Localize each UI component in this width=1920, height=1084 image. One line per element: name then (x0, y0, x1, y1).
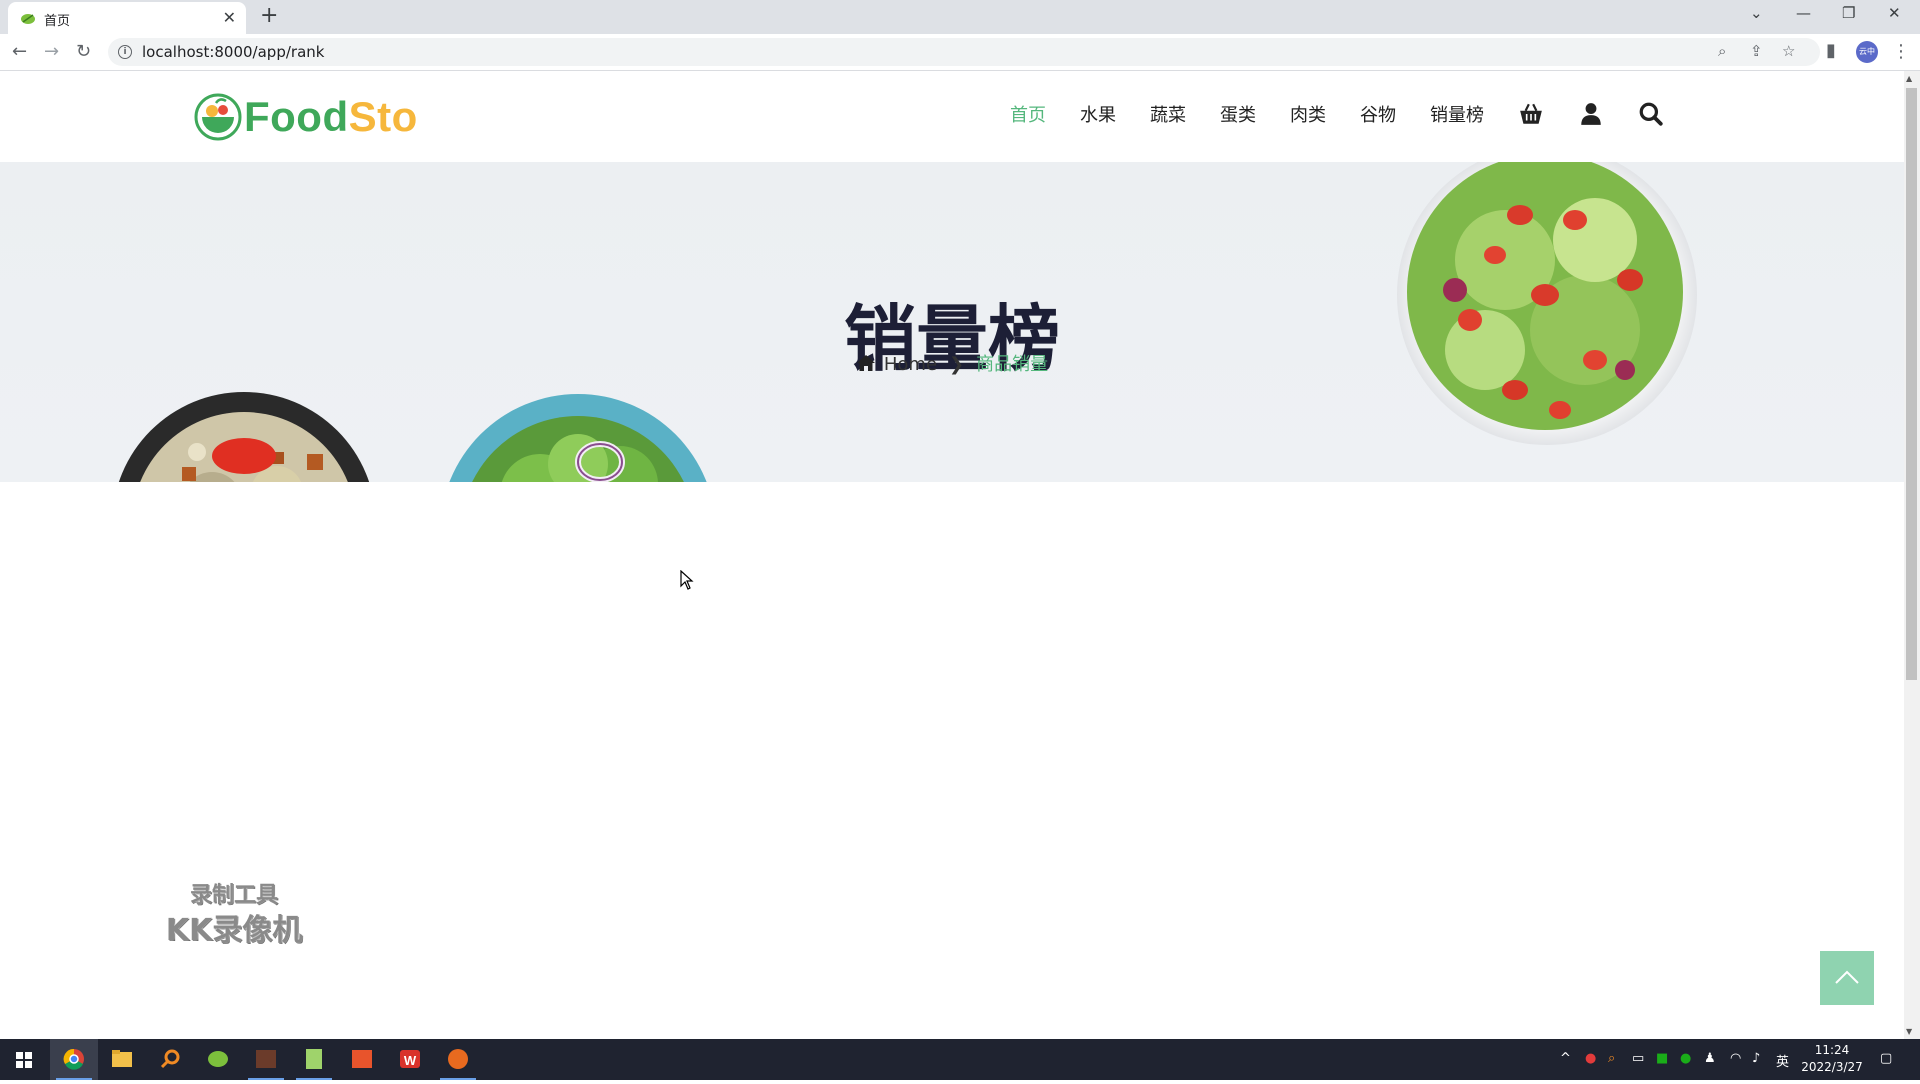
magnifier-app-icon (160, 1049, 180, 1069)
taskbar-app-recorder[interactable] (434, 1039, 482, 1080)
taskbar-search-app[interactable] (146, 1039, 194, 1080)
close-tab-icon[interactable]: ✕ (223, 8, 236, 27)
tray-antivirus-icon[interactable]: ● (1585, 1051, 1596, 1066)
url-text[interactable]: localhost:8000/app/rank (142, 43, 324, 61)
browser-tab[interactable]: 首页 ✕ (8, 2, 246, 34)
game-app-icon (256, 1050, 276, 1068)
main-nav: 首页 水果 蔬菜 蛋类 肉类 谷物 销量榜 (976, 101, 1664, 127)
tray-wechat-icon[interactable]: ● (1680, 1051, 1691, 1066)
restore-icon[interactable]: ❐ (1842, 4, 1855, 22)
back-to-top-button[interactable] (1820, 951, 1874, 1005)
share-icon[interactable]: ⇪ (1750, 42, 1763, 60)
nav-item-grains[interactable]: 谷物 (1360, 101, 1396, 127)
minimize-icon[interactable]: — (1796, 4, 1811, 22)
notepad-app-icon (306, 1049, 322, 1069)
scroll-up-icon[interactable]: ▲ (1906, 74, 1912, 83)
nav-item-home[interactable]: 首页 (1010, 101, 1046, 127)
zoom-icon[interactable]: ⌕ (1718, 42, 1726, 60)
breadcrumb: Home ❯ 商品销量 (0, 350, 1904, 376)
nav-item-vegetables[interactable]: 蔬菜 (1150, 101, 1186, 127)
taskbar-file-explorer[interactable] (98, 1039, 146, 1080)
scroll-down-icon[interactable]: ▼ (1906, 1027, 1912, 1036)
tray-device-icon[interactable]: ▭ (1632, 1051, 1644, 1066)
windows-start-icon[interactable] (0, 1039, 48, 1080)
blue-bowl-image (449, 394, 707, 482)
wps-app-icon: W (400, 1050, 420, 1068)
svg-text:W: W (404, 1053, 417, 1068)
taskbar-app-slides[interactable] (338, 1039, 386, 1080)
clock-date: 2022/3/27 (1801, 1060, 1863, 1074)
profile-avatar[interactable]: 云中 (1856, 41, 1878, 63)
tray-volume-icon[interactable]: ♪ (1752, 1051, 1760, 1066)
nav-item-meat[interactable]: 肉类 (1290, 101, 1326, 127)
tray-expand-icon[interactable]: ^ (1560, 1051, 1571, 1066)
search-icon[interactable] (1638, 101, 1664, 127)
clock-time: 11:24 (1814, 1043, 1850, 1057)
recorder-watermark: 录制工具 KK录像机 (165, 883, 303, 948)
tab-search-icon[interactable]: ⌄ (1750, 4, 1763, 22)
tray-green-app-icon[interactable]: ■ (1656, 1051, 1668, 1066)
tray-wifi-icon[interactable]: ◠ (1730, 1051, 1741, 1066)
browser-toolbar: ← → ↻ i localhost:8000/app/rank ⌕ ⇪ ☆ ▮ … (0, 34, 1920, 71)
chevron-right-icon: ❯ (949, 354, 965, 375)
windows-taskbar: W ^ ● ⌕ ▭ ■ ● ♟ ◠ ♪ 英 11:24 2022/3/27 ▢ (0, 1039, 1920, 1080)
taskbar-clock[interactable]: 11:24 2022/3/27 (1800, 1042, 1864, 1076)
chevron-up-icon (1835, 970, 1859, 984)
menu-kebab-icon[interactable]: ⋮ (1892, 41, 1910, 62)
home-icon (856, 355, 875, 371)
new-tab-button[interactable]: + (260, 3, 278, 28)
breadcrumb-current: 商品销量 (976, 354, 1049, 375)
address-bar[interactable]: i localhost:8000/app/rank ⌕ ⇪ ☆ (108, 38, 1820, 66)
page-viewport: FoodSto 首页 水果 蔬菜 蛋类 肉类 谷物 销量榜 销量榜 Home ❯… (0, 71, 1904, 1039)
dark-bowl-image (118, 392, 370, 482)
taskbar-chrome[interactable] (50, 1039, 98, 1080)
nav-item-fruit[interactable]: 水果 (1080, 101, 1116, 127)
leaf-favicon-icon (21, 14, 35, 24)
slides-app-icon (352, 1050, 372, 1068)
scrollbar-thumb[interactable] (1906, 88, 1917, 680)
taskbar-app-wps[interactable]: W (386, 1039, 434, 1080)
taskbar-app-notepad[interactable] (290, 1039, 338, 1080)
folder-icon (112, 1050, 132, 1067)
close-window-icon[interactable]: ✕ (1888, 4, 1901, 22)
user-icon[interactable] (1578, 101, 1604, 127)
forward-icon[interactable]: → (44, 41, 59, 62)
site-info-icon[interactable]: i (118, 45, 132, 59)
back-icon[interactable]: ← (12, 41, 27, 62)
tray-search-icon[interactable]: ⌕ (1608, 1051, 1615, 1066)
tab-title: 首页 (44, 14, 71, 29)
recorder-app-icon (448, 1049, 468, 1069)
logo-text: FoodSto (244, 93, 418, 140)
tray-qq-icon[interactable]: ♟ (1704, 1051, 1716, 1066)
nav-item-eggs[interactable]: 蛋类 (1220, 101, 1256, 127)
chrome-icon (63, 1048, 84, 1070)
basket-icon[interactable] (1518, 101, 1544, 127)
notification-center-icon[interactable]: ▢ (1880, 1051, 1892, 1066)
bookmark-star-icon[interactable]: ☆ (1782, 42, 1795, 60)
browser-tabstrip: 首页 ✕ + ⌄ — ❐ ✕ (0, 0, 1920, 34)
site-header: FoodSto 首页 水果 蔬菜 蛋类 肉类 谷物 销量榜 (0, 71, 1904, 162)
page-banner: 销量榜 Home ❯ 商品销量 (0, 162, 1904, 482)
breadcrumb-home-link[interactable]: Home (884, 354, 937, 375)
taskbar-app-game[interactable] (242, 1039, 290, 1080)
nav-item-sales-rank[interactable]: 销量榜 (1430, 101, 1484, 127)
reload-icon[interactable]: ↻ (76, 41, 91, 62)
salad-logo-icon (194, 93, 242, 141)
taskbar-app-leaf[interactable] (194, 1039, 242, 1080)
mouse-cursor-icon (680, 570, 694, 590)
side-panel-icon[interactable]: ▮ (1826, 40, 1836, 61)
leaf-app-icon (208, 1051, 228, 1067)
tray-ime-indicator[interactable]: 英 (1776, 1051, 1789, 1070)
